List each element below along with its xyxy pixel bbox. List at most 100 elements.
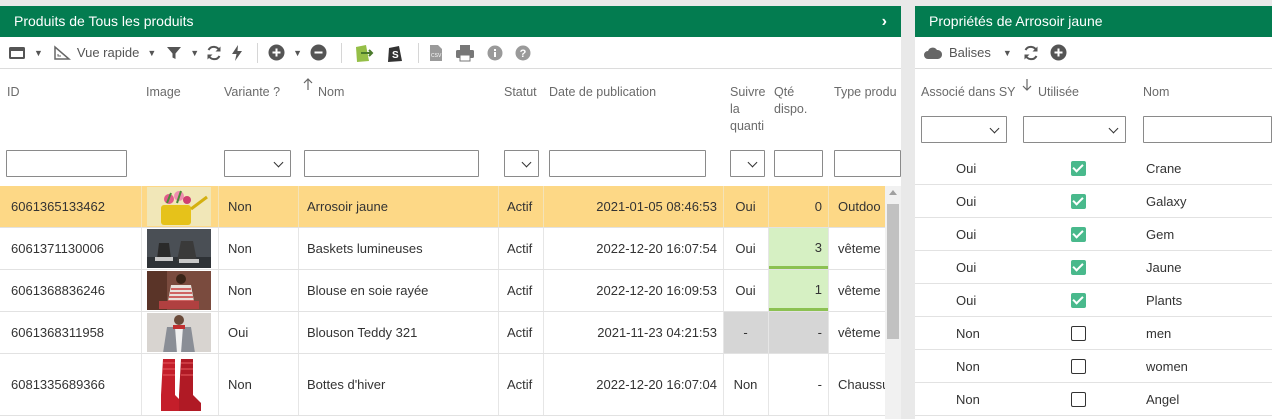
help-icon[interactable]: ?: [515, 42, 531, 64]
col-header-name[interactable]: Nom: [318, 84, 344, 101]
quick-view-caret[interactable]: ▼: [147, 48, 156, 58]
sort-down-arrow-icon[interactable]: [1022, 78, 1032, 96]
chevron-right-icon[interactable]: ›: [882, 6, 887, 37]
vertical-scrollbar[interactable]: [885, 186, 901, 419]
shopify-icon[interactable]: S: [386, 42, 404, 64]
col-header-pub-date[interactable]: Date de publication: [549, 84, 656, 101]
checkbox-unchecked[interactable]: [1070, 358, 1086, 374]
tags-dropdown-caret[interactable]: ▼: [1003, 48, 1012, 58]
remove-circle-icon[interactable]: [310, 42, 327, 64]
cell-assoc: Non: [956, 325, 980, 341]
filter-used-select[interactable]: [1023, 116, 1126, 143]
layout-dropdown-caret[interactable]: ▼: [34, 48, 43, 58]
checkbox-checked[interactable]: [1070, 160, 1086, 176]
print-icon[interactable]: [455, 42, 475, 64]
checkbox-unchecked[interactable]: [1070, 391, 1086, 407]
svg-text:CSV: CSV: [431, 53, 442, 59]
tag-row[interactable]: Oui Crane: [915, 152, 1272, 185]
refresh-icon[interactable]: [205, 42, 223, 64]
table-row[interactable]: 6061365133462 Non Arrosoir jaune Actif 2…: [0, 186, 885, 228]
filter-track-select[interactable]: [730, 150, 765, 177]
product-image: [147, 271, 211, 310]
cell-used: [1063, 218, 1093, 250]
tag-row[interactable]: Non women: [915, 350, 1272, 383]
filter-variant-select[interactable]: [224, 150, 291, 177]
add-circle-icon[interactable]: [268, 42, 285, 64]
cell-name: Bottes d'hiver: [307, 377, 386, 392]
cell-id: 6061368836246: [11, 283, 105, 298]
products-panel-title: Produits de Tous les produits: [14, 13, 194, 29]
col-header-qty[interactable]: Qté dispo.: [774, 84, 807, 118]
lightning-icon[interactable]: [231, 42, 243, 64]
filter-id-input[interactable]: [6, 150, 127, 177]
ruler-icon[interactable]: [53, 42, 71, 64]
cell-variant: Oui: [228, 325, 249, 340]
tag-row[interactable]: Oui Gem: [915, 218, 1272, 251]
table-row[interactable]: 6081335689366 Non Bottes d'hiver Actif 2…: [0, 354, 885, 416]
layout-icon[interactable]: [8, 42, 26, 64]
checkbox-checked[interactable]: [1070, 226, 1086, 242]
filter-tag-name-input[interactable]: [1143, 116, 1272, 143]
cell-track: Oui: [735, 283, 756, 298]
filter-status-select[interactable]: [504, 150, 539, 177]
cell-track: Oui: [735, 199, 756, 214]
refresh-icon[interactable]: [1022, 42, 1040, 64]
checkbox-unchecked[interactable]: [1070, 325, 1086, 341]
quick-view-button[interactable]: Vue rapide: [77, 42, 139, 64]
col-header-status[interactable]: Statut: [504, 84, 537, 101]
cloud-tags-icon[interactable]: [923, 42, 943, 64]
col-header-assoc[interactable]: Associé dans SY: [921, 84, 1016, 101]
tags-button[interactable]: Balises: [949, 42, 991, 64]
info-icon[interactable]: [487, 42, 503, 64]
filter-name-input[interactable]: [304, 150, 479, 177]
cell-name: Blouse en soie rayée: [307, 283, 429, 298]
checkbox-checked[interactable]: [1070, 259, 1086, 275]
sort-up-arrow-icon[interactable]: [303, 78, 313, 96]
export-shopify-icon[interactable]: [352, 42, 376, 64]
properties-panel: Propriétés de Arrosoir jaune Balises ▼ A…: [915, 6, 1272, 419]
cell-track: Non: [733, 377, 758, 392]
cell-qty: 3: [768, 228, 828, 269]
col-header-image[interactable]: Image: [146, 84, 181, 101]
cell-used: [1063, 185, 1093, 217]
tag-row[interactable]: Oui Jaune: [915, 251, 1272, 284]
table-row[interactable]: 6061368311958 Oui Blouson Teddy 321 Acti…: [0, 312, 885, 354]
filter-assoc-select[interactable]: [921, 116, 1007, 143]
filter-qty-input[interactable]: [774, 150, 823, 177]
scroll-up-arrow-icon[interactable]: [889, 190, 897, 195]
col-header-tag-name[interactable]: Nom: [1143, 84, 1169, 101]
filter-icon[interactable]: [166, 42, 182, 64]
checkbox-checked[interactable]: [1070, 193, 1086, 209]
tag-row[interactable]: Oui Galaxy: [915, 185, 1272, 218]
cell-assoc: Oui: [956, 259, 977, 275]
cell-assoc: Non: [956, 358, 980, 374]
cell-qty: 1: [768, 270, 828, 311]
scrollbar-thumb[interactable]: [887, 204, 899, 339]
cell-variant: Non: [228, 241, 252, 256]
tag-row[interactable]: Non men: [915, 317, 1272, 350]
product-image: [147, 355, 211, 414]
col-header-type[interactable]: Type produ: [834, 84, 901, 101]
csv-file-icon[interactable]: CSV: [429, 42, 443, 64]
table-row[interactable]: 6061371130006 Non Baskets lumineuses Act…: [0, 228, 885, 270]
filter-type-input[interactable]: [834, 150, 901, 177]
col-header-variant[interactable]: Variante ?: [224, 84, 280, 101]
add-caret[interactable]: ▼: [293, 48, 302, 58]
add-circle-icon[interactable]: [1050, 42, 1067, 64]
cell-variant: Non: [228, 283, 252, 298]
cell-tag-name: Crane: [1146, 160, 1182, 176]
properties-panel-title: Propriétés de Arrosoir jaune: [929, 13, 1103, 29]
tag-row[interactable]: Oui Plants: [915, 284, 1272, 317]
col-header-id[interactable]: ID: [7, 84, 20, 101]
filter-caret[interactable]: ▼: [190, 48, 199, 58]
tag-row[interactable]: Non Angel: [915, 383, 1272, 416]
col-header-track-qty[interactable]: Suivre la quanti: [730, 84, 768, 135]
table-row[interactable]: 6061368836246 Non Blouse en soie rayée A…: [0, 270, 885, 312]
filter-date-input[interactable]: [549, 150, 706, 177]
properties-toolbar: Balises ▼: [915, 37, 1272, 69]
cell-date: 2021-01-05 08:46:53: [596, 199, 717, 214]
checkbox-checked[interactable]: [1070, 292, 1086, 308]
col-header-used[interactable]: Utilisée: [1038, 84, 1079, 101]
cell-used: [1063, 317, 1093, 349]
properties-panel-header: Propriétés de Arrosoir jaune: [915, 6, 1272, 37]
